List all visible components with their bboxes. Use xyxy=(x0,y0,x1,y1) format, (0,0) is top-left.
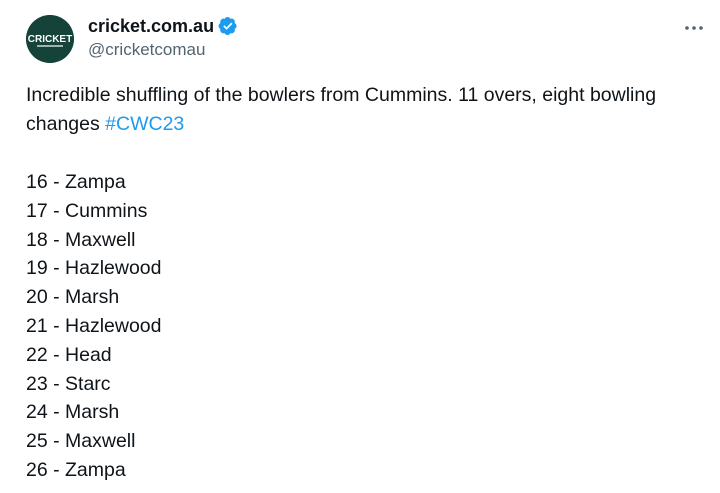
list-item: 25 - Maxwell xyxy=(26,430,136,453)
handle[interactable]: @cricketcomau xyxy=(88,40,238,60)
list-item: 20 - Marsh xyxy=(26,286,120,309)
verified-badge-icon xyxy=(218,16,238,36)
overs-list: 16 - Zampa 17 - Cummins 18 - Maxwell 19 … xyxy=(26,168,716,485)
list-item: 22 - Head xyxy=(26,343,112,366)
list-item: 18 - Maxwell xyxy=(26,228,136,251)
avatar-text: CRICKET xyxy=(28,34,72,45)
list-item: 23 - Starc xyxy=(26,372,111,395)
avatar[interactable]: CRICKET xyxy=(26,15,74,63)
list-item: 24 - Marsh xyxy=(26,401,120,424)
tweet-text-line2: changes #CWC23 xyxy=(26,110,716,139)
list-item: 19 - Hazlewood xyxy=(26,257,162,280)
tweet-text-changes: changes xyxy=(26,113,100,135)
tweet-text-line1: Incredible shuffling of the bowlers from… xyxy=(26,84,657,106)
tweet-card: CRICKET cricket.com.au @cricketcomau Inc… xyxy=(0,0,720,493)
tweet-text: Incredible shuffling of the bowlers from… xyxy=(26,81,716,485)
list-item: 21 - Hazlewood xyxy=(26,314,162,337)
more-options-icon[interactable] xyxy=(680,14,708,42)
list-item: 16 - Zampa xyxy=(26,171,126,193)
list-item: 26 - Zampa xyxy=(26,458,126,481)
display-name[interactable]: cricket.com.au xyxy=(88,16,214,37)
name-row: cricket.com.au xyxy=(88,14,238,38)
hashtag-link[interactable]: #CWC23 xyxy=(105,113,184,135)
list-item: 17 - Cummins xyxy=(26,199,148,222)
tweet-header: cricket.com.au @cricketcomau xyxy=(88,14,238,60)
cricket-logo-icon: CRICKET xyxy=(26,15,74,63)
